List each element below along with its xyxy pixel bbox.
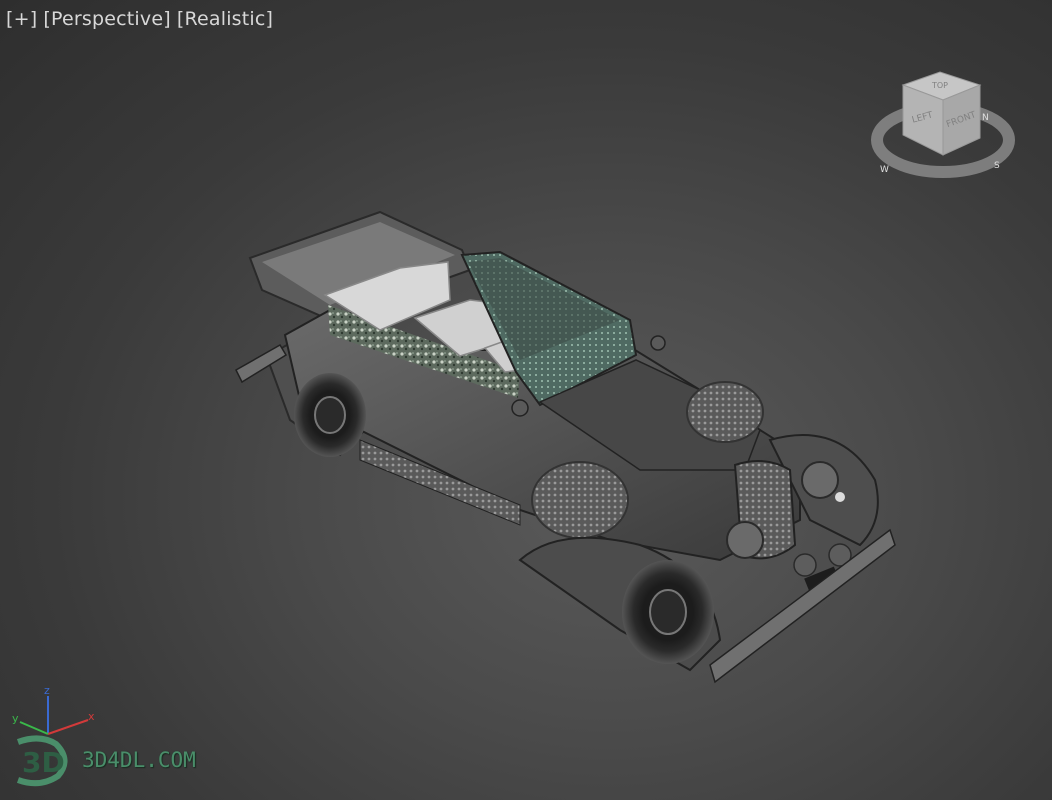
car-spare-wheel-left: [531, 461, 629, 539]
watermark-text: 3D4DL.COM: [82, 748, 196, 772]
car-front-wheel: [622, 560, 714, 664]
car-model[interactable]: [235, 210, 896, 684]
axis-y-label: y: [12, 712, 19, 725]
car-headlight-right: [801, 461, 839, 499]
watermark: 3D 3D4DL.COM: [10, 730, 196, 790]
axis-z-label: z: [44, 684, 50, 697]
car-headlight-left: [726, 521, 764, 559]
car-rear-wheel: [294, 373, 366, 457]
viewcube[interactable]: TOP LEFT FRONT N W S: [860, 60, 1020, 190]
viewcube-compass-south[interactable]: S: [994, 161, 1000, 171]
viewcube-compass-west[interactable]: W: [880, 165, 889, 175]
viewcube-face-top[interactable]: TOP: [931, 81, 948, 90]
car-spare-wheel-right: [686, 381, 764, 443]
watermark-logo-icon: 3D: [16, 735, 68, 787]
watermark-logo-text: 3D: [22, 746, 65, 779]
axis-x-label: x: [88, 710, 95, 723]
viewcube-compass-north[interactable]: N: [982, 113, 989, 123]
